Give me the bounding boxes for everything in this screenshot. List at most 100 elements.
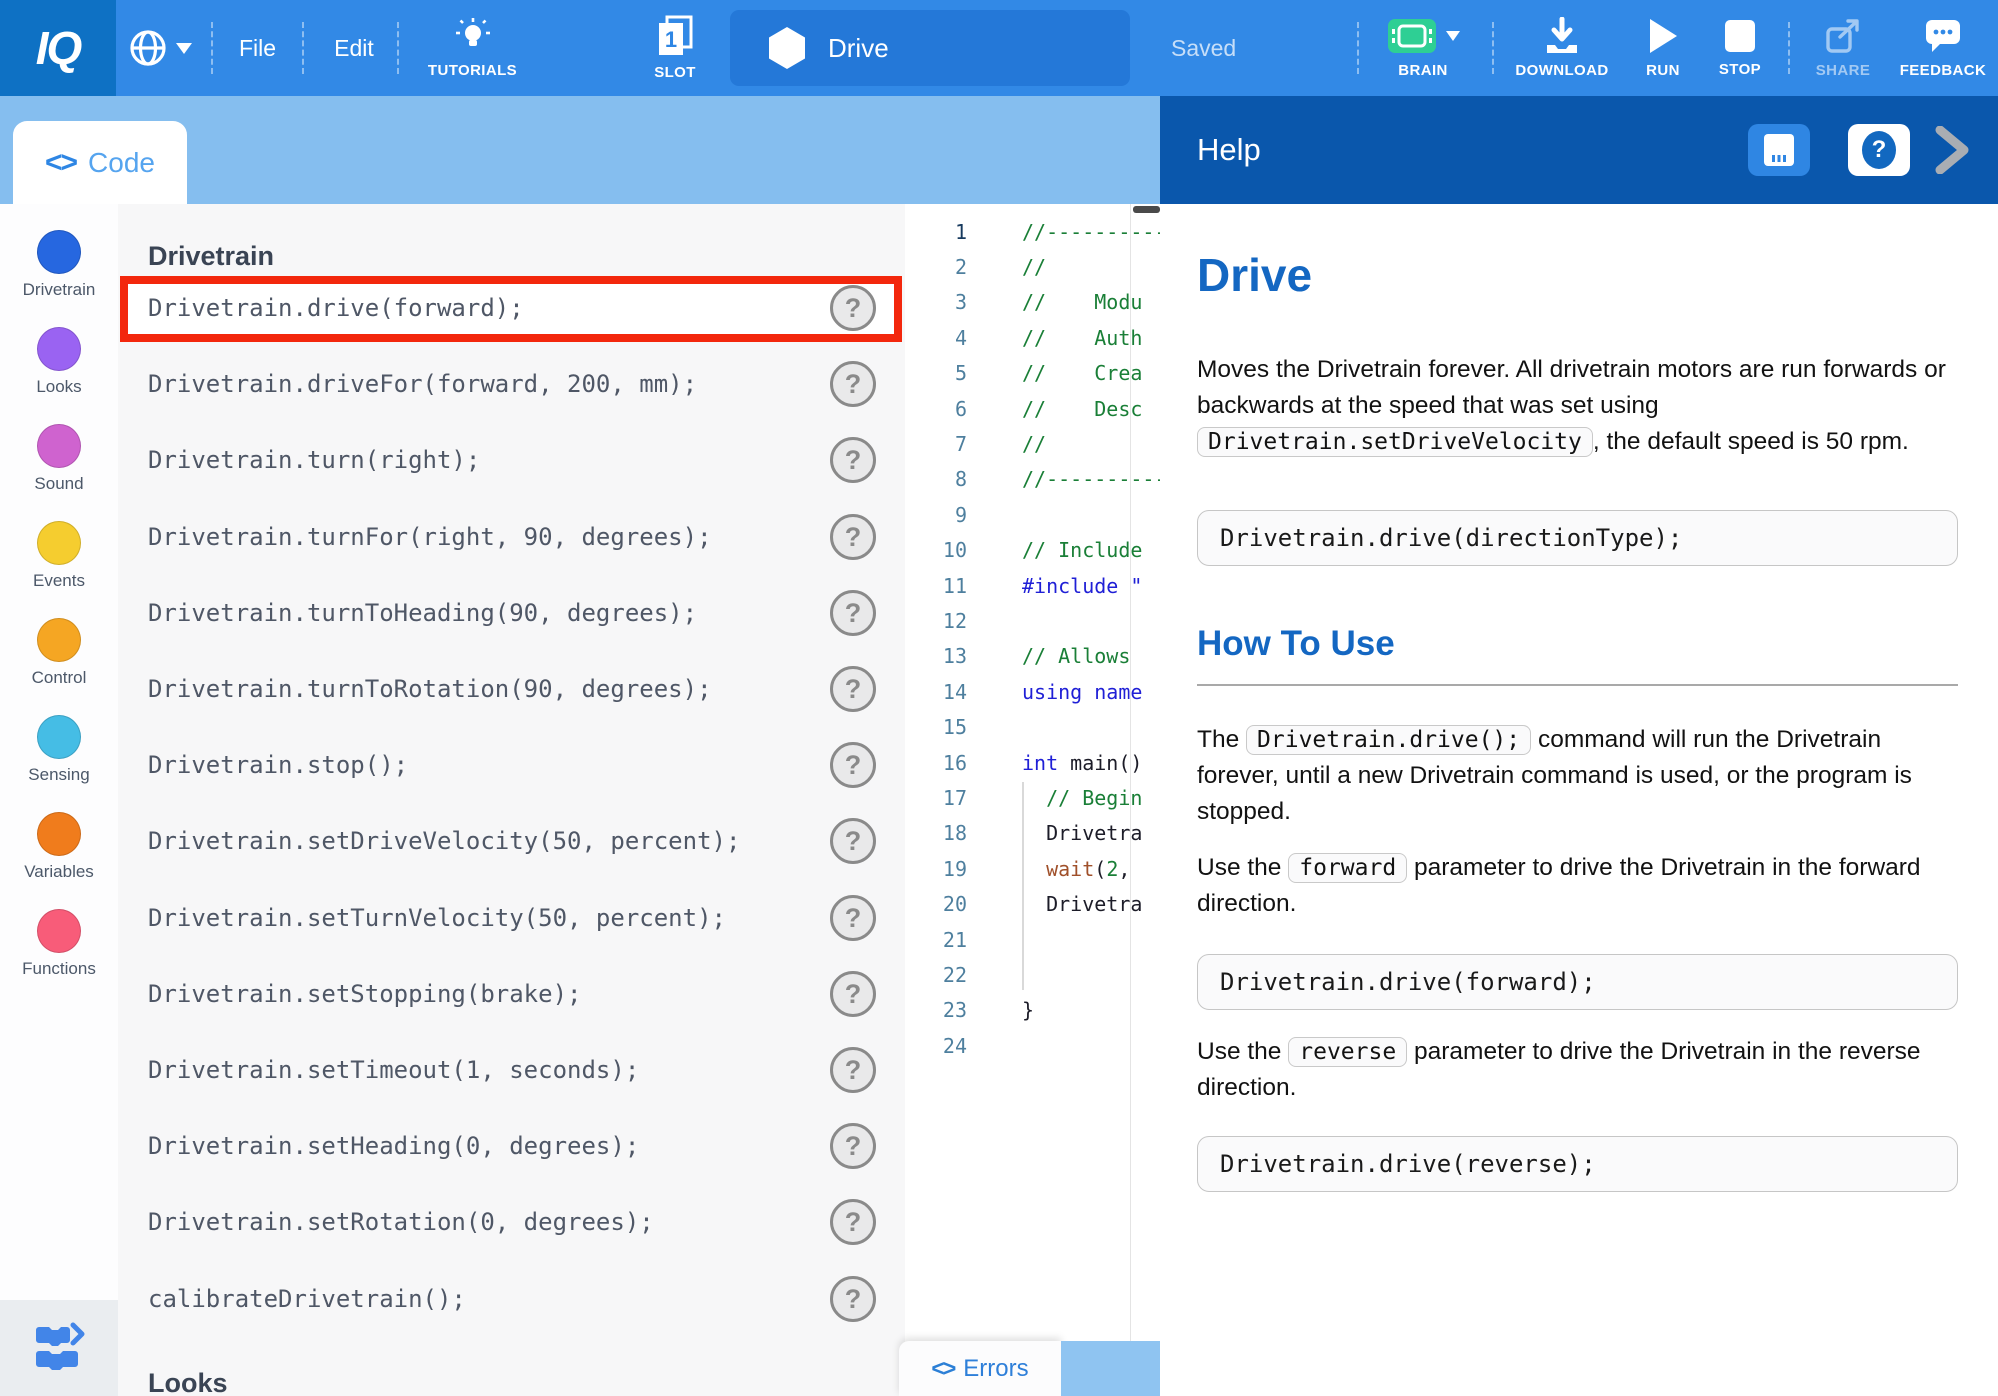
sidebar-item-drivetrain[interactable]: Drivetrain — [23, 230, 96, 300]
command-help-button[interactable]: ? — [830, 818, 876, 864]
command-row-turntoheading[interactable]: Drivetrain.turnToHeading(90, degrees); ? — [118, 579, 905, 647]
line-number: 14 — [905, 680, 967, 704]
file-menu[interactable]: File — [215, 0, 300, 96]
line-number: 10 — [905, 538, 967, 562]
editor-scrollbar-thumb[interactable] — [1133, 206, 1160, 213]
code-block-signature: Drivetrain.drive(directionType); — [1197, 510, 1958, 566]
brain-help-button[interactable] — [1748, 124, 1810, 176]
command-help-button[interactable]: ? — [830, 1199, 876, 1245]
sidebar-item-label: Events — [33, 571, 85, 591]
command-help-button[interactable]: ? — [830, 590, 876, 636]
feedback-button[interactable]: FEEDBACK — [1892, 0, 1994, 96]
command-row-drivefor[interactable]: Drivetrain.driveFor(forward, 200, mm); ? — [118, 350, 905, 418]
code-line: Drivetra — [967, 821, 1142, 845]
project-button[interactable]: Drive — [730, 10, 1130, 86]
command-row-setturnvelocity[interactable]: Drivetrain.setTurnVelocity(50, percent);… — [118, 884, 905, 952]
command-help-button[interactable]: ? — [830, 514, 876, 560]
events-category-icon — [37, 521, 81, 565]
sidebar-item-looks[interactable]: Looks — [36, 327, 81, 397]
section-divider — [1197, 684, 1958, 686]
command-row-settimeout[interactable]: Drivetrain.setTimeout(1, seconds); ? — [118, 1036, 905, 1104]
line-number: 4 — [905, 326, 967, 350]
help-reverse-paragraph: Use the reverse parameter to drive the D… — [1197, 1034, 1958, 1106]
intro-text: Moves the Drivetrain forever. All drivet… — [1197, 356, 1946, 419]
command-help-button[interactable]: ? — [830, 666, 876, 712]
sidebar-item-variables[interactable]: Variables — [24, 812, 94, 882]
code-line: // Include — [967, 538, 1142, 562]
brain-label: BRAIN — [1398, 62, 1448, 79]
help-panel-title: Help — [1197, 96, 1261, 204]
code-line: int main() — [967, 751, 1142, 775]
code-line: // — [967, 255, 1046, 279]
tab-errors[interactable]: <> Errors — [899, 1341, 1061, 1396]
code-line: // Begin — [967, 786, 1142, 810]
edit-menu[interactable]: Edit — [310, 0, 398, 96]
collapse-panel-button[interactable] — [1932, 126, 1972, 179]
command-help-button[interactable]: ? — [830, 437, 876, 483]
command-row-calibrate[interactable]: calibrateDrivetrain(); ? — [118, 1265, 905, 1333]
functions-category-icon — [37, 909, 81, 953]
tutorials-button[interactable]: TUTORIALS — [405, 0, 540, 96]
paragraph-text: Use the — [1197, 854, 1288, 881]
command-help-button[interactable]: ? — [830, 1047, 876, 1093]
code-editor[interactable]: 1//------------ 2// 3// Modu 4// Auth 5/… — [905, 204, 1160, 1341]
run-button[interactable]: RUN — [1632, 0, 1694, 96]
share-button[interactable]: SHARE — [1798, 0, 1888, 96]
command-help-button[interactable]: ? — [830, 971, 876, 1017]
code-brackets-icon: <> — [45, 146, 76, 180]
command-help-button[interactable]: ? — [830, 895, 876, 941]
line-number: 8 — [905, 467, 967, 491]
intro-text: , the default speed is 50 rpm. — [1593, 428, 1909, 455]
download-button[interactable]: DOWNLOAD — [1500, 0, 1624, 96]
command-help-button[interactable]: ? — [830, 1123, 876, 1169]
command-help-button[interactable]: ? — [830, 361, 876, 407]
command-text: Drivetrain.turn(right); — [148, 446, 480, 474]
sidebar-item-sound[interactable]: Sound — [34, 424, 83, 494]
command-row-setrotation[interactable]: Drivetrain.setRotation(0, degrees); ? — [118, 1188, 905, 1256]
paragraph-text: Use the — [1197, 1038, 1288, 1065]
slot-button[interactable]: 1 SLOT — [620, 0, 730, 96]
globe-icon — [128, 28, 168, 68]
command-reference-panel: Drivetrain Drivetrain.drive(forward); ? … — [118, 204, 905, 1396]
code-line: #include " — [967, 574, 1142, 598]
toolbar-separator — [302, 22, 304, 74]
command-row-stop[interactable]: Drivetrain.stop(); ? — [118, 731, 905, 799]
language-menu[interactable] — [128, 0, 192, 96]
command-row-turntorotation[interactable]: Drivetrain.turnToRotation(90, degrees); … — [118, 655, 905, 723]
inline-code-forward: forward — [1288, 853, 1407, 883]
inline-code-setdrivevelocity: Drivetrain.setDriveVelocity — [1197, 427, 1593, 457]
help-panel-header: Help ? — [1160, 96, 1998, 204]
sidebar-item-label: Control — [32, 668, 87, 688]
command-row-setheading[interactable]: Drivetrain.setHeading(0, degrees); ? — [118, 1112, 905, 1180]
tab-code[interactable]: <> Code — [13, 121, 187, 204]
app-logo[interactable]: IQ — [0, 0, 116, 96]
stop-button[interactable]: STOP — [1706, 0, 1774, 96]
command-text: Drivetrain.turnToRotation(90, degrees); — [148, 675, 712, 703]
code-line: // — [967, 432, 1046, 456]
share-label: SHARE — [1816, 62, 1871, 79]
toolbar-separator — [1788, 22, 1790, 74]
chevron-right-icon — [1932, 126, 1972, 174]
code-line: using name — [967, 680, 1142, 704]
sidebar-item-sensing[interactable]: Sensing — [28, 715, 89, 785]
slot-label: SLOT — [654, 64, 696, 81]
command-help-button[interactable]: ? — [830, 285, 876, 331]
brain-icon — [1386, 17, 1438, 55]
hexagon-icon — [766, 25, 808, 71]
command-text: Drivetrain.drive(forward); — [148, 294, 524, 322]
lightbulb-icon — [454, 17, 492, 55]
command-row-turn[interactable]: Drivetrain.turn(right); ? — [118, 426, 905, 494]
toggle-blocks-button[interactable] — [0, 1300, 118, 1396]
command-row-drive[interactable]: Drivetrain.drive(forward); ? — [118, 274, 905, 342]
command-help-button[interactable]: ? — [830, 742, 876, 788]
command-row-turnfor[interactable]: Drivetrain.turnFor(right, 90, degrees); … — [118, 503, 905, 571]
sidebar-item-functions[interactable]: Functions — [22, 909, 96, 979]
command-help-button[interactable]: ? — [830, 1276, 876, 1322]
sidebar-item-events[interactable]: Events — [33, 521, 85, 591]
command-row-setdrivevelocity[interactable]: Drivetrain.setDriveVelocity(50, percent)… — [118, 807, 905, 875]
command-row-setstopping[interactable]: Drivetrain.setStopping(brake); ? — [118, 960, 905, 1028]
help-toggle-button[interactable]: ? — [1848, 124, 1910, 176]
errors-tab-label: Errors — [963, 1355, 1028, 1383]
sidebar-item-control[interactable]: Control — [32, 618, 87, 688]
brain-button[interactable]: BRAIN — [1368, 0, 1478, 96]
